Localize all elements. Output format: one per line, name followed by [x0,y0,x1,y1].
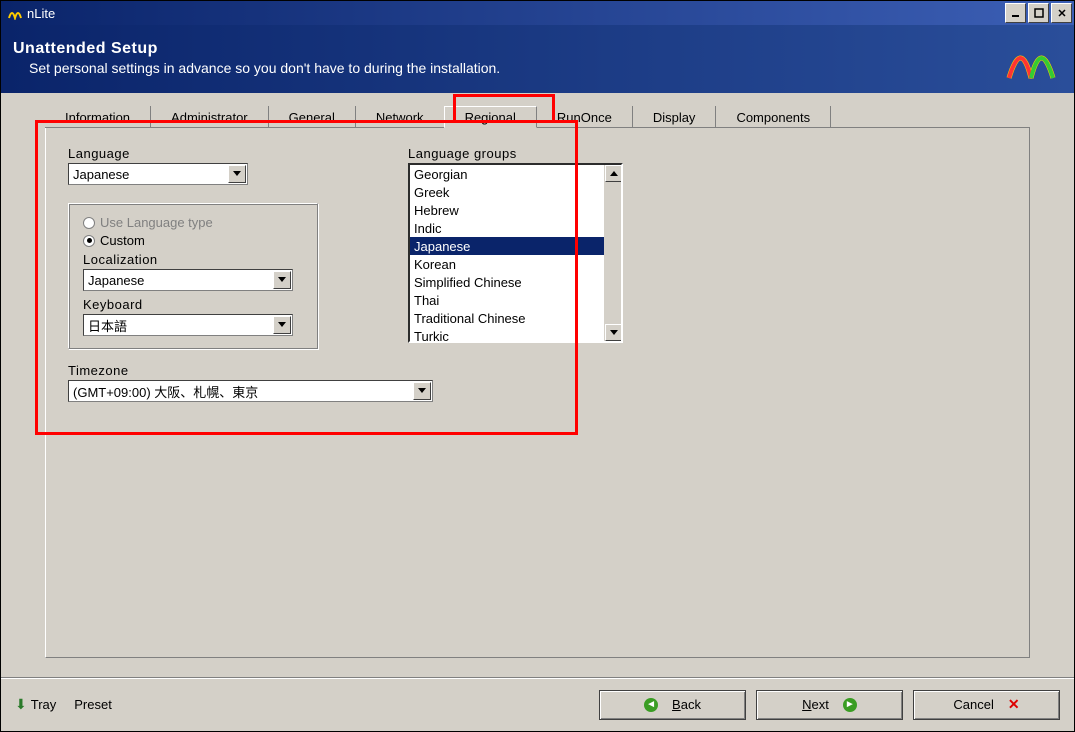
arrow-left-icon: ◄ [644,698,658,712]
page-title: Unattended Setup [13,40,500,58]
list-item[interactable]: Greek [410,183,621,201]
page-subtitle: Set personal settings in advance so you … [29,60,500,76]
minimize-button[interactable] [1005,3,1026,23]
list-item[interactable]: Traditional Chinese [410,309,621,327]
language-groups-list[interactable]: GeorgianGreekHebrewIndicJapaneseKoreanSi… [408,163,623,343]
list-item[interactable]: Turkic [410,327,621,343]
keyboard-label: Keyboard [83,297,303,312]
language-label: Language [68,146,368,161]
radio-custom[interactable]: Custom [83,233,303,248]
radio-label: Use Language type [100,215,213,230]
list-item[interactable]: Indic [410,219,621,237]
page-header: Unattended Setup Set personal settings i… [1,25,1074,93]
scrollbar[interactable] [604,165,621,341]
tab-network[interactable]: Network [356,106,445,128]
keyboard-select[interactable]: 日本語 [83,314,293,336]
radio-icon [83,217,95,229]
maximize-button[interactable] [1028,3,1049,23]
list-item[interactable]: Japanese [410,237,621,255]
logo-icon [1000,33,1062,83]
footer: ⬇ Tray Preset ◄ Back Next ► Cancel ✕ [1,677,1074,731]
next-button[interactable]: Next ► [756,690,903,720]
list-item[interactable]: Korean [410,255,621,273]
scroll-up-icon[interactable] [605,165,622,182]
list-item[interactable]: Hebrew [410,201,621,219]
custom-groupbox: Use Language type Custom Localization Ja… [68,203,318,349]
dropdown-icon [273,271,291,289]
list-item[interactable]: Simplified Chinese [410,273,621,291]
timezone-label: Timezone [68,363,368,378]
tab-administrator[interactable]: Administrator [151,106,269,128]
tab-bar: Information Administrator General Networ… [45,105,1030,128]
titlebar: nLite [1,1,1074,25]
cancel-button[interactable]: Cancel ✕ [913,690,1060,720]
localization-select[interactable]: Japanese [83,269,293,291]
window-title: nLite [27,6,55,21]
arrow-right-icon: ► [843,698,857,712]
preset-button[interactable]: Preset [74,697,112,712]
tab-display[interactable]: Display [633,106,717,128]
tab-general[interactable]: General [269,106,356,128]
language-select[interactable]: Japanese [68,163,248,185]
list-item[interactable]: Thai [410,291,621,309]
app-icon [7,5,23,21]
content-area: Information Administrator General Networ… [1,93,1074,677]
dropdown-icon [228,165,246,183]
tab-components[interactable]: Components [716,106,831,128]
close-button[interactable] [1051,3,1072,23]
radio-use-language-type[interactable]: Use Language type [83,215,303,230]
timezone-select[interactable]: (GMT+09:00) 大阪、札幌、東京 [68,380,433,402]
keyboard-value: 日本語 [88,316,127,335]
window-controls [1003,3,1072,23]
tab-panel: Language Japanese Use Language type Cust… [45,128,1030,658]
dropdown-icon [273,316,291,334]
radio-icon [83,235,95,247]
list-item[interactable]: Georgian [410,165,621,183]
tab-information[interactable]: Information [45,106,151,128]
timezone-value: (GMT+09:00) 大阪、札幌、東京 [73,382,258,401]
dropdown-icon [413,382,431,400]
tray-icon: ⬇ [15,696,27,713]
scroll-down-icon[interactable] [605,324,622,341]
localization-label: Localization [83,252,303,267]
tab-regional[interactable]: Regional [444,106,537,128]
back-button[interactable]: ◄ Back [599,690,746,720]
localization-value: Japanese [88,273,144,288]
app-window: nLite Unattended Setup Set personal sett… [0,0,1075,732]
close-x-icon: ✕ [1008,696,1020,713]
language-value: Japanese [73,167,129,182]
radio-label: Custom [100,233,145,248]
tab-runonce[interactable]: RunOnce [537,106,633,128]
tray-button[interactable]: ⬇ Tray [15,696,56,713]
language-groups-label: Language groups [408,146,623,161]
